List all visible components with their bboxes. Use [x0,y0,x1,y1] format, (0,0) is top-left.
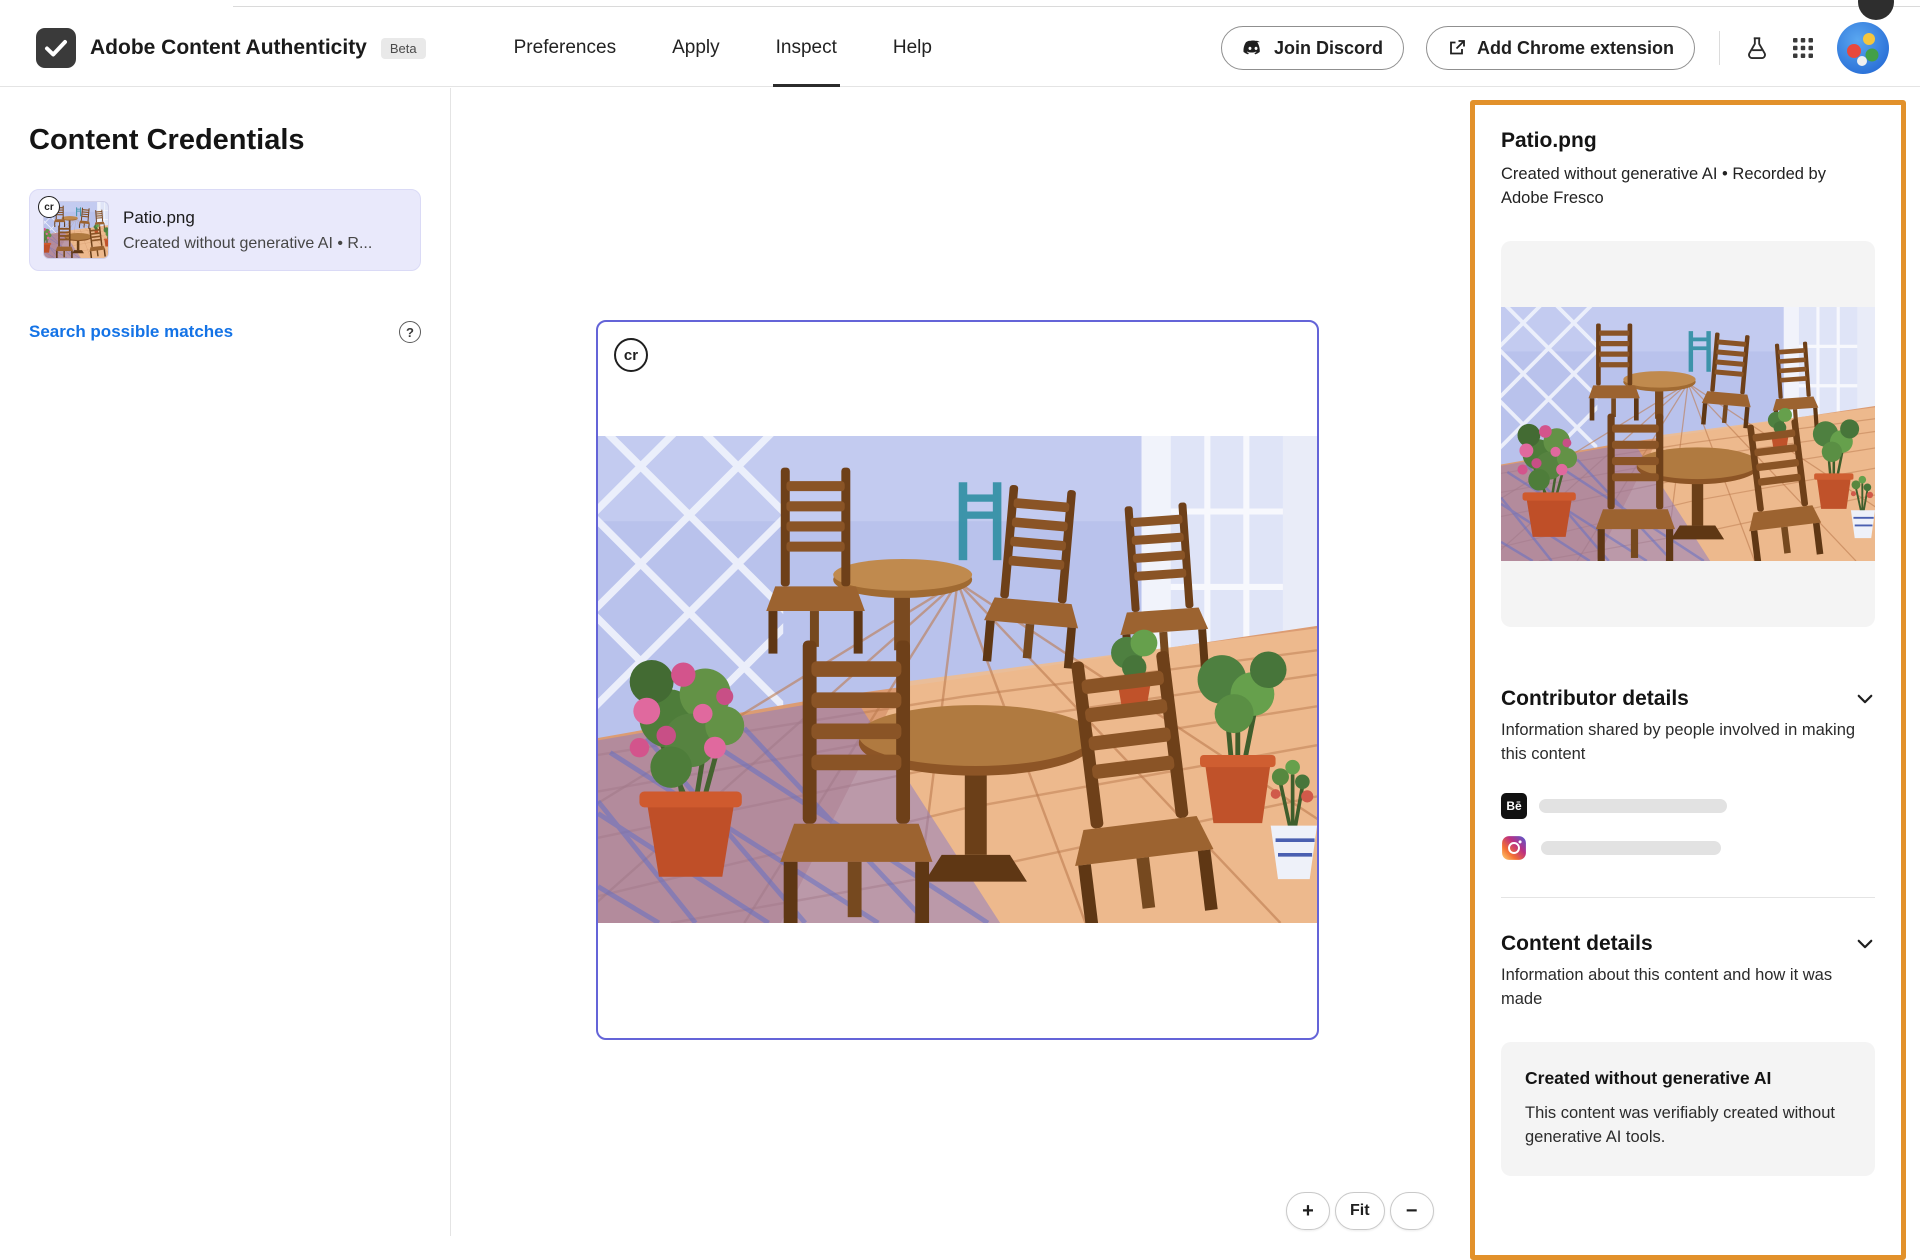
zoom-in-button[interactable]: + [1286,1192,1330,1230]
help-icon[interactable]: ? [399,321,421,343]
zoom-controls: + Fit − [1286,1192,1434,1230]
browser-window-edge [233,6,1920,7]
brand: Adobe Content Authenticity Beta [36,28,426,68]
top-bar: Adobe Content Authenticity Beta Preferen… [0,10,1920,87]
patio-image [598,436,1317,923]
panel-file-subtitle: Created without generative AI • Recorded… [1501,163,1875,211]
behance-link-row[interactable]: Bē [1501,793,1875,819]
behance-icon: Bē [1501,793,1527,819]
contributor-details-title: Contributor details [1501,687,1689,711]
nav-inspect[interactable]: Inspect [776,10,837,86]
nav-preferences[interactable]: Preferences [514,10,616,86]
file-texts: Patio.png Created without generative AI … [123,208,372,253]
contributor-details-description: Information shared by people involved in… [1501,719,1875,767]
search-matches-row: Search possible matches ? [29,321,421,343]
brand-title: Adobe Content Authenticity [90,36,367,60]
no-generative-ai-title: Created without generative AI [1525,1068,1851,1089]
content-details-title: Content details [1501,932,1653,956]
user-avatar[interactable] [1836,21,1890,75]
file-thumbnail: cr [43,201,109,259]
header-divider [1719,31,1720,65]
main-nav: Preferences Apply Inspect Help [514,10,932,86]
header-actions: Join Discord Add Chrome extension [1221,21,1890,75]
nav-apply[interactable]: Apply [672,10,720,86]
patio-image-thumbnail [1501,307,1875,561]
join-discord-button[interactable]: Join Discord [1221,26,1404,70]
zoom-out-button[interactable]: − [1390,1192,1434,1230]
file-subtitle: Created without generative AI • R... [123,235,372,253]
external-link-icon [1447,38,1467,58]
panel-divider [1501,897,1875,898]
instagram-link-row[interactable] [1501,835,1875,861]
search-possible-matches-link[interactable]: Search possible matches [29,322,233,342]
content-details-header[interactable]: Content details [1501,932,1875,956]
redacted-instagram-handle [1541,841,1721,855]
join-discord-label: Join Discord [1274,38,1383,59]
file-list-item-patio[interactable]: cr Patio.png Created without generative … [29,189,421,271]
chevron-down-icon[interactable] [1855,934,1875,954]
panel-image-card [1501,241,1875,627]
content-details-description: Information about this content and how i… [1501,964,1875,1012]
sidebar-title: Content Credentials [29,124,421,157]
add-chrome-extension-label: Add Chrome extension [1477,38,1674,59]
cr-badge-icon: cr [38,196,60,218]
credentials-panel: Patio.png Created without generative AI … [1470,100,1906,1260]
cr-badge-icon[interactable]: cr [614,338,648,372]
beaker-icon[interactable] [1744,35,1770,61]
redacted-behance-handle [1539,799,1727,813]
instagram-icon [1501,835,1527,861]
no-generative-ai-card: Created without generative AI This conte… [1501,1042,1875,1177]
apps-grid-icon[interactable] [1792,37,1814,59]
file-name: Patio.png [123,208,372,228]
contributor-details-header[interactable]: Contributor details [1501,687,1875,711]
sidebar: Content Credentials cr Patio.png Created… [0,88,451,1236]
zoom-fit-button[interactable]: Fit [1335,1192,1385,1230]
inspected-image-frame[interactable]: cr [596,320,1319,1040]
panel-file-title: Patio.png [1501,129,1875,153]
no-generative-ai-body: This content was verifiably created with… [1525,1101,1851,1151]
discord-icon [1242,37,1264,59]
chevron-down-icon[interactable] [1855,689,1875,709]
adobe-content-authenticity-logo-icon[interactable] [36,28,76,68]
nav-help[interactable]: Help [893,10,932,86]
add-chrome-extension-button[interactable]: Add Chrome extension [1426,26,1695,70]
beta-badge: Beta [381,38,426,59]
